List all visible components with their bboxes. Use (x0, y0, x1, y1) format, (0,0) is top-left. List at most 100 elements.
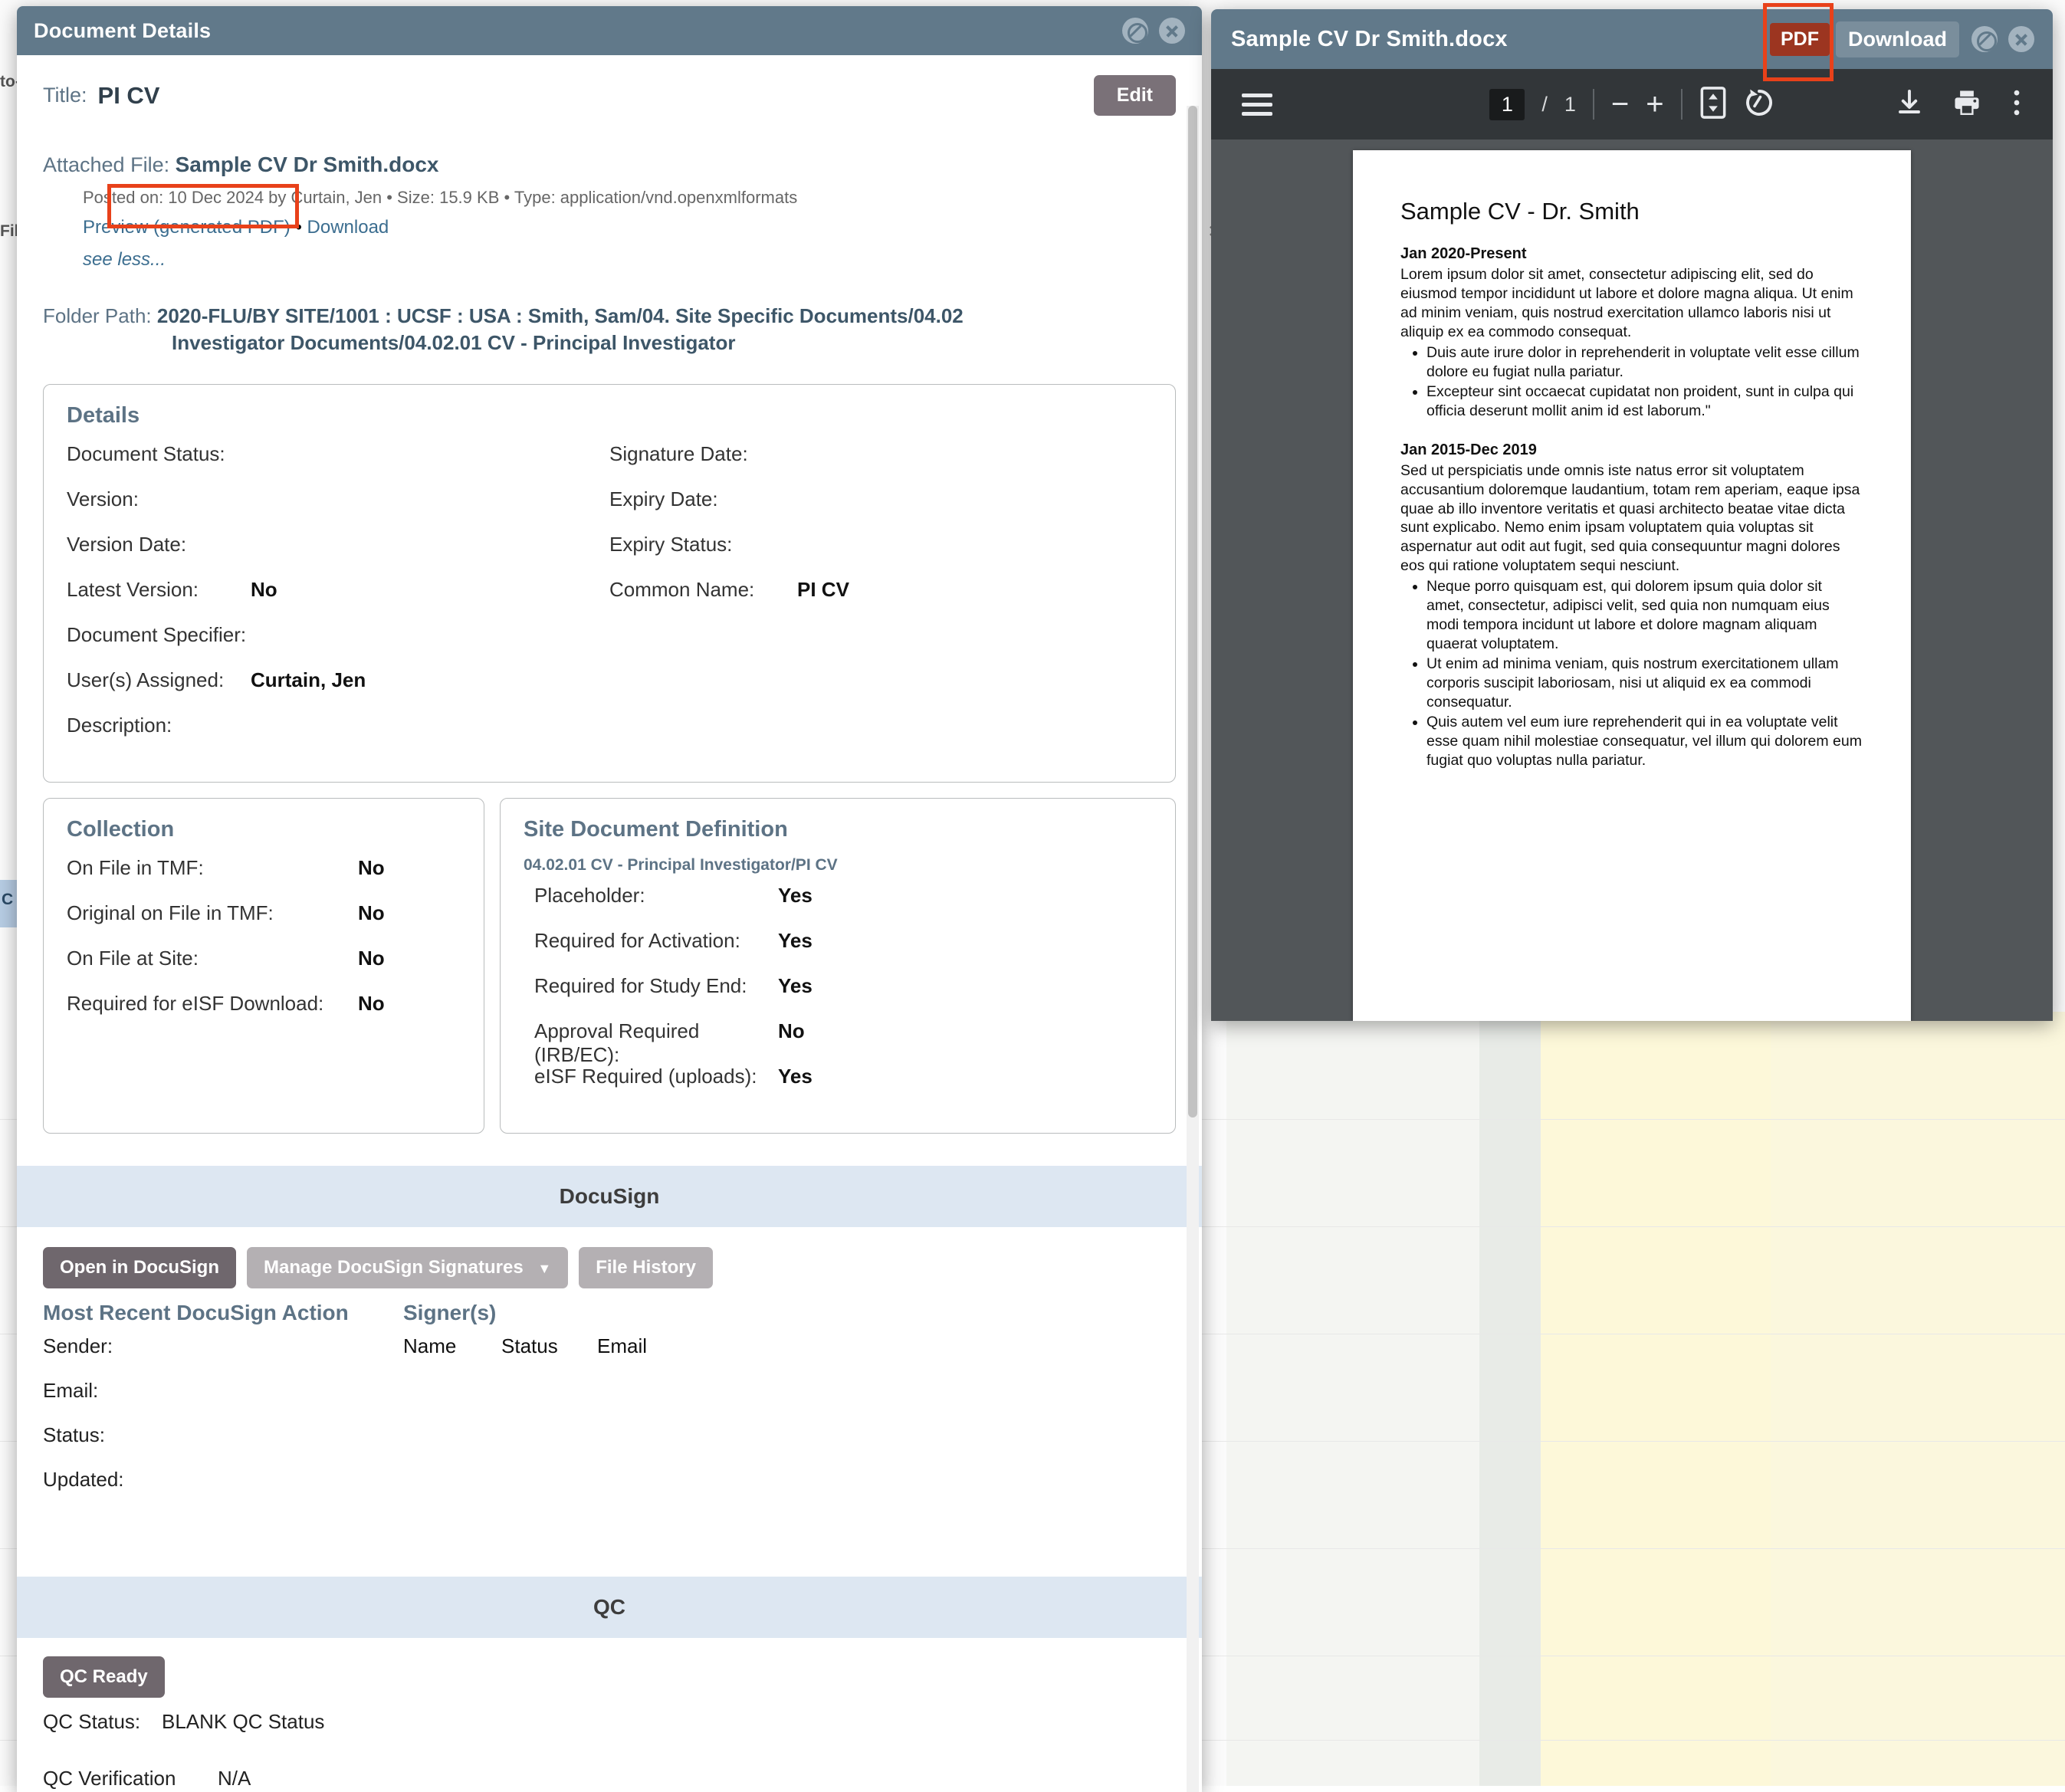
details-row: Expiry Date: (609, 487, 1152, 533)
cv-section-bullets: Neque porro quisquam est, qui dolorem ip… (1426, 577, 1863, 770)
details-value: No (251, 578, 277, 602)
sitedef-key: Required for Activation: (534, 929, 778, 953)
open-in-docusign-button[interactable]: Open in DocuSign (43, 1247, 236, 1288)
qc-verification-due-key: QC Verification Due: (43, 1767, 218, 1792)
attached-file-block: Attached File: Sample CV Dr Smith.docx P… (43, 153, 1176, 271)
pdf-canvas-area: Sample CV - Dr. Smith Jan 2020-Present L… (1211, 139, 2053, 1021)
close-icon[interactable] (2008, 26, 2034, 52)
manage-docusign-signatures-label: Manage DocuSign Signatures (264, 1257, 524, 1278)
details-row: Document Specifier: (67, 623, 609, 668)
docusign-button-row: Open in DocuSign Manage DocuSign Signatu… (43, 1247, 1176, 1288)
details-row: Latest Version:No (67, 578, 609, 623)
cv-bullet: Neque porro quisquam est, qui dolorem ip… (1426, 577, 1863, 654)
details-row: Common Name:PI CV (609, 578, 1152, 623)
zoom-in-icon[interactable]: + (1646, 89, 1663, 120)
no-entry-icon[interactable] (1971, 26, 1998, 52)
sitedef-key: Approval Required (IRB/EC): (534, 1019, 778, 1067)
sitedef-row: Approval Required (IRB/EC):No (524, 1019, 1152, 1065)
qc-ready-button[interactable]: QC Ready (43, 1656, 165, 1698)
pdf-page: Sample CV - Dr. Smith Jan 2020-Present L… (1353, 150, 1911, 1021)
qc-status-key: QC Status: (43, 1710, 162, 1734)
collection-row: On File at Site:No (67, 947, 461, 992)
docusign-row: Sender: (43, 1334, 403, 1379)
site-document-definition-heading: Site Document Definition (524, 817, 1152, 842)
cv-bullet: Excepteur sint occaecat cupidatat non pr… (1426, 382, 1863, 421)
cv-section: Jan 2015-Dec 2019 Sed ut perspiciatis un… (1400, 441, 1863, 770)
zoom-out-icon[interactable]: − (1611, 89, 1629, 120)
page-number-input[interactable]: 1 (1489, 89, 1525, 120)
folder-path: Folder Path: 2020-FLU/BY SITE/1001 : UCS… (43, 303, 1176, 356)
pdf-toolbar-right (1896, 89, 2022, 120)
docusign-detail-grid: Most Recent DocuSign Action Sender: Emai… (43, 1301, 1176, 1512)
download-link[interactable]: Download (307, 217, 389, 238)
attached-file-line: Attached File: Sample CV Dr Smith.docx (43, 153, 1176, 177)
details-key: Signature Date: (609, 442, 797, 466)
attached-file-name: Sample CV Dr Smith.docx (176, 153, 439, 176)
bg-column-yellow-b (1771, 1012, 2065, 1786)
collection-key: Original on File in TMF: (67, 901, 358, 925)
bg-column-yellow-a (1541, 1012, 1771, 1786)
fit-page-icon[interactable] (1699, 86, 1727, 123)
collection-heading: Collection (67, 817, 461, 842)
cv-section-paragraph: Sed ut perspiciatis unde omnis iste natu… (1400, 461, 1863, 576)
document-details-title: Document Details (34, 19, 1122, 43)
scrollbar-thumb[interactable] (1188, 106, 1197, 1118)
details-row: User(s) Assigned:Curtain, Jen (67, 668, 609, 714)
pdf-titlebar-actions (1971, 26, 2034, 52)
collection-value: No (358, 992, 385, 1016)
more-vertical-icon[interactable] (2011, 89, 2022, 120)
details-row: Description: (67, 714, 609, 759)
document-details-scrollbar[interactable] (1187, 106, 1199, 1792)
details-right-column: Signature Date: Expiry Date: Expiry Stat… (609, 442, 1152, 759)
details-row: Expiry Status: (609, 533, 1152, 578)
title-value: PI CV (98, 82, 160, 110)
document-details-dialog: Document Details Title: PI CV Edit Attac… (17, 6, 1202, 1792)
cv-section: Jan 2020-Present Lorem ipsum dolor sit a… (1400, 245, 1863, 421)
sitedef-row: Placeholder:Yes (524, 884, 1152, 929)
pdf-badge-button[interactable]: PDF (1770, 23, 1830, 56)
qc-verification-due-value: N/A (218, 1767, 251, 1790)
cv-section-paragraph: Lorem ipsum dolor sit amet, consectetur … (1400, 265, 1863, 342)
chevron-down-icon: ▼ (537, 1261, 551, 1276)
signers-heading: Signer(s) (403, 1301, 1176, 1325)
details-key: Version: (67, 487, 251, 511)
sitedef-value: Yes (778, 1065, 813, 1088)
details-key: Description: (67, 714, 251, 737)
details-card: Details Document Status: Version: Versio… (43, 384, 1176, 783)
details-row: Document Status: (67, 442, 609, 487)
close-icon[interactable] (1159, 18, 1185, 44)
download-icon[interactable] (1896, 89, 1922, 120)
file-history-button[interactable]: File History (579, 1247, 713, 1288)
print-icon[interactable] (1953, 90, 1981, 120)
folder-path-line1: 2020-FLU/BY SITE/1001 : UCSF : USA : Smi… (157, 304, 964, 327)
details-key: User(s) Assigned: (67, 668, 251, 692)
signers-column-name: Name (403, 1334, 501, 1358)
cv-bullet: Quis autem vel eum iure reprehenderit qu… (1426, 713, 1863, 770)
manage-docusign-signatures-button[interactable]: Manage DocuSign Signatures ▼ (247, 1247, 568, 1288)
docusign-band: DocuSign (17, 1166, 1202, 1227)
qc-band: QC (17, 1577, 1202, 1638)
no-entry-icon[interactable] (1122, 18, 1148, 44)
see-less-link[interactable]: see less... (83, 249, 1176, 271)
hamburger-icon[interactable] (1242, 88, 1272, 121)
docusign-row: Status: (43, 1423, 403, 1468)
preview-generated-pdf-link[interactable]: Preview (generated PDF) (83, 217, 291, 238)
toolbar-divider (1681, 89, 1683, 120)
signers-column-status: Status (501, 1334, 597, 1358)
signers-column-email: Email (597, 1334, 647, 1358)
pdf-download-button[interactable]: Download (1836, 21, 1959, 57)
collection-value: No (358, 856, 385, 880)
page-total: 1 (1564, 93, 1576, 117)
edit-button[interactable]: Edit (1094, 75, 1176, 116)
collection-value: No (358, 901, 385, 925)
details-key: Expiry Date: (609, 487, 797, 511)
link-separator: • (295, 217, 301, 238)
collection-row: Required for eISF Download:No (67, 992, 461, 1037)
pdf-toolbar: 1 / 1 − + (1211, 69, 2053, 139)
collection-row: On File in TMF:No (67, 856, 461, 901)
sitedef-value: Yes (778, 884, 813, 907)
details-value: PI CV (797, 578, 849, 602)
cv-section-heading: Jan 2015-Dec 2019 (1400, 441, 1863, 459)
cv-bullet: Duis aute irure dolor in reprehenderit i… (1426, 343, 1863, 382)
rotate-icon[interactable] (1744, 87, 1774, 123)
